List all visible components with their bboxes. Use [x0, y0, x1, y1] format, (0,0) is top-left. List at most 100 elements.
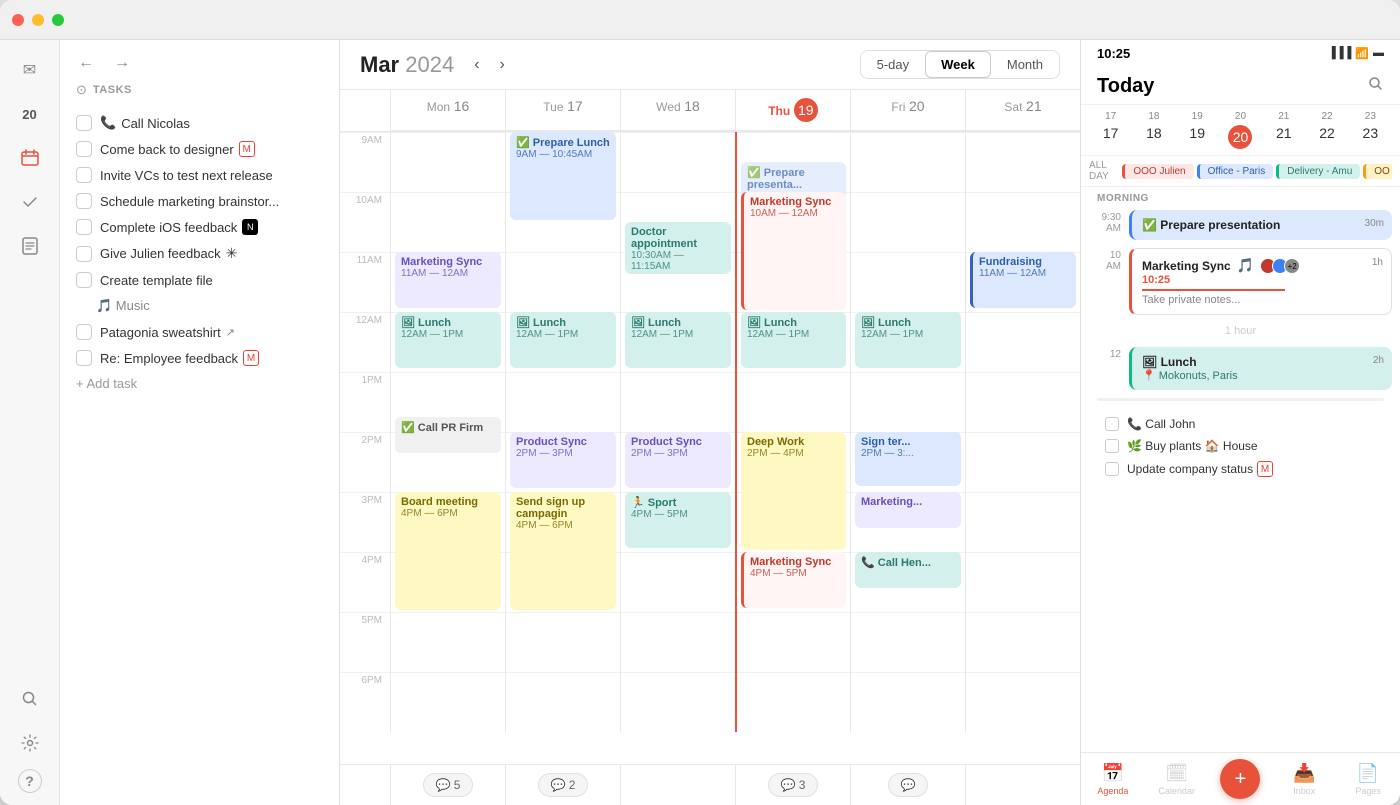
phone-week-day-22[interactable]: 2222 [1305, 111, 1348, 149]
time-4pm: 4PM [340, 552, 390, 612]
phone-task-cb[interactable] [1105, 462, 1119, 476]
task-give-julien[interactable]: Give Julien feedback ✳ [72, 240, 327, 267]
phone-event-prepare: 9:30AM ✅ Prepare presentation 30m [1089, 206, 1392, 244]
inbox-icon[interactable]: ✉ [12, 52, 48, 88]
count-badge-tue[interactable]: 💬 2 [538, 773, 589, 797]
phone-week-day-21[interactable]: 2121 [1262, 111, 1305, 149]
close-button[interactable] [12, 14, 24, 26]
task-call-nicolas[interactable]: 📞 Call Nicolas [72, 110, 327, 136]
forward-arrow[interactable]: → [108, 52, 136, 74]
task-patagonia[interactable]: Patagonia sweatshirt ↗ [72, 319, 327, 345]
task-checkbox[interactable] [76, 272, 92, 288]
phone-week-day-23[interactable]: 2323 [1349, 111, 1392, 149]
task-checkbox[interactable] [76, 324, 92, 340]
event-fri-marketing[interactable]: Marketing... [855, 492, 961, 528]
task-complete-ios[interactable]: Complete iOS feedback N [72, 214, 327, 240]
tab-5day[interactable]: 5-day [861, 51, 926, 78]
task-invite-vcs[interactable]: Invite VCs to test next release [72, 162, 327, 188]
count-badge-mon[interactable]: 💬 5 [423, 773, 474, 797]
phone-nav-pages[interactable]: 📄 Pages [1336, 763, 1400, 796]
task-checkbox[interactable] [76, 193, 92, 209]
add-task-button[interactable]: + Add task [72, 371, 327, 396]
task-checkbox[interactable] [76, 350, 92, 366]
help-icon[interactable]: ? [18, 769, 42, 793]
phone-week-day-20[interactable]: 2020 [1219, 111, 1262, 149]
phone-ev-marketing-title: Marketing Sync [1142, 259, 1231, 273]
settings-icon[interactable] [12, 725, 48, 761]
event-wed-lunch[interactable]: 🖼 Lunch 12AM — 1PM [625, 312, 731, 368]
calendar-icon[interactable] [12, 140, 48, 176]
phone-task-cb[interactable] [1105, 439, 1119, 453]
all-day-label: ALL DAY [1089, 160, 1118, 182]
task-checkbox[interactable] [76, 141, 92, 157]
phone-task-cb[interactable] [1105, 417, 1119, 431]
phone-week-day-18[interactable]: 1818 [1132, 111, 1175, 149]
phone-event-card-lunch[interactable]: 🖼 Lunch 📍 Mokonuts, Paris 2h [1129, 347, 1392, 390]
phone-task-calljohn[interactable]: 📞 Call John [1097, 413, 1384, 435]
event-thu-marketing[interactable]: Marketing Sync 10AM — 12AM [741, 192, 846, 310]
tab-month[interactable]: Month [991, 51, 1059, 78]
task-come-back-designer[interactable]: Come back to designer M [72, 136, 327, 162]
notes-icon[interactable] [12, 228, 48, 264]
event-mon-callpr[interactable]: ✅ Call PR Firm [395, 417, 501, 453]
search-icon[interactable] [12, 681, 48, 717]
time-11am: 11AM [340, 252, 390, 312]
prev-button[interactable]: ‹ [466, 52, 487, 78]
event-wed-product[interactable]: Product Sync 2PM — 3PM [625, 432, 731, 488]
phone-week-day-17[interactable]: 1717 [1089, 111, 1132, 149]
event-mon-marketing[interactable]: Marketing Sync 11AM — 12AM [395, 252, 501, 308]
event-wed-doctor[interactable]: Doctor appointment 10:30AM — 11:15AM [625, 222, 731, 274]
task-schedule-marketing[interactable]: Schedule marketing brainstor... [72, 188, 327, 214]
event-fri-lunch[interactable]: 🖼 Lunch 12AM — 1PM [855, 312, 961, 368]
fab-button[interactable]: + [1220, 759, 1260, 799]
task-employee-feedback[interactable]: Re: Employee feedback M [72, 345, 327, 371]
back-arrow[interactable]: ← [72, 52, 100, 74]
task-checkbox[interactable] [76, 219, 92, 235]
event-wed-sport[interactable]: 🏃 Sport 4PM — 5PM [625, 492, 731, 548]
event-fri-sign[interactable]: Sign ter... 2PM — 3:... [855, 432, 961, 486]
task-checkbox[interactable] [76, 115, 92, 131]
task-checkbox[interactable] [76, 246, 92, 262]
all-day-delivery[interactable]: Delivery - Amu [1276, 164, 1360, 179]
phone-nav-agenda[interactable]: 📅 Agenda [1081, 763, 1145, 796]
event-thu-marketing2[interactable]: Marketing Sync 4PM — 5PM [741, 552, 846, 608]
task-music[interactable]: 🎵 Music [72, 293, 327, 319]
phone-search-icon[interactable] [1368, 76, 1384, 97]
event-thu-deepwork[interactable]: Deep Work 2PM — 4PM [741, 432, 846, 550]
event-tue-lunch[interactable]: 🖼 Lunch 12AM — 1PM [510, 312, 616, 368]
phone-event-card-prepare[interactable]: ✅ Prepare presentation 30m [1129, 210, 1392, 240]
event-thu-lunch[interactable]: 🖼 Lunch 12AM — 1PM [741, 312, 846, 368]
date-icon[interactable]: 20 [12, 96, 48, 132]
event-sat-fundraising[interactable]: Fundraising 11AM — 12AM [970, 252, 1076, 308]
all-day-ooo[interactable]: OOO Julien [1122, 164, 1193, 179]
task-checkbox[interactable] [76, 167, 92, 183]
count-badge-fri[interactable]: 💬 [888, 773, 929, 797]
tab-week[interactable]: Week [925, 51, 991, 78]
check-icon[interactable] [12, 184, 48, 220]
phone-task-companystatus[interactable]: Update company status M [1097, 457, 1384, 481]
all-day-oo[interactable]: OO [1363, 164, 1392, 179]
app-window: ✉ 20 [0, 0, 1400, 805]
phone-event-card-marketing[interactable]: Marketing Sync 🎵 +2 10:25 Take private n… [1129, 248, 1392, 315]
count-badge-thu[interactable]: 💬 3 [768, 773, 819, 797]
day-header-fri: Fri 20 [850, 90, 965, 131]
phone-week-day-19[interactable]: 1919 [1176, 111, 1219, 149]
phone-task-buyplants[interactable]: 🌿 Buy plants 🏠 House [1097, 435, 1384, 457]
count-mon: 💬 5 [390, 765, 505, 805]
phone-nav-inbox[interactable]: 📥 Inbox [1272, 763, 1336, 796]
all-day-office[interactable]: Office - Paris [1197, 164, 1274, 179]
minimize-button[interactable] [32, 14, 44, 26]
phone-nav-calendar[interactable]: 🗓 Calendar [1145, 763, 1209, 796]
event-fri-callhen[interactable]: 📞 Call Hen... [855, 552, 961, 588]
event-tue-product[interactable]: Product Sync 2PM — 3PM [510, 432, 616, 488]
tasks-header-label: TASKS [93, 84, 132, 96]
task-create-template[interactable]: Create template file [72, 267, 327, 293]
event-mon-board[interactable]: Board meeting 4PM — 6PM [395, 492, 501, 610]
event-tue-prepare[interactable]: ✅ Prepare Lunch 9AM — 10:45AM [510, 132, 616, 220]
fullscreen-button[interactable] [52, 14, 64, 26]
next-button[interactable]: › [492, 52, 513, 78]
event-mon-lunch[interactable]: 🖼 Lunch 12AM — 1PM [395, 312, 501, 368]
phone-nav-fab[interactable]: + [1209, 759, 1273, 799]
col-thu: ✅ Prepare presenta... Marketing Sync 10A… [735, 132, 850, 732]
event-tue-signup[interactable]: Send sign up campagin 4PM — 6PM [510, 492, 616, 610]
